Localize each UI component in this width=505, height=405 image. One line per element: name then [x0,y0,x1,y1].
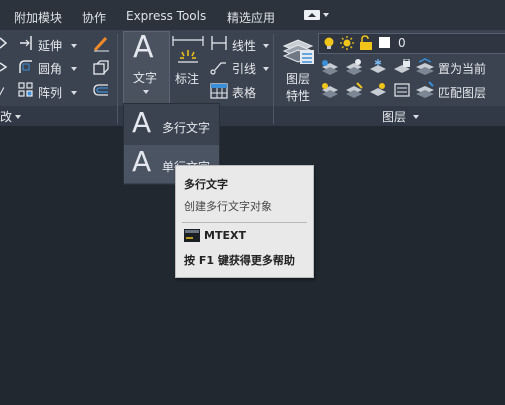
ribbon-minimize-icon [304,10,320,20]
tab-collaborate[interactable]: 协作 [82,9,106,26]
modify-panel-title: 改 [0,110,13,124]
dimension-icon[interactable] [170,34,206,66]
make-current-button[interactable]: 置为当前 [438,60,486,77]
array-icon[interactable] [18,82,34,98]
panel-separator [273,34,274,124]
panel-separator [117,34,118,124]
array-button[interactable]: 阵列 [38,84,62,101]
match-layer-icon[interactable] [415,81,435,99]
leader-button[interactable]: 引线 [232,60,256,77]
dimension-button[interactable]: 标注 [175,70,199,87]
table-icon[interactable] [210,83,228,99]
modify-panel-expand-icon[interactable] [15,115,21,119]
layer-properties-icon[interactable] [280,32,316,68]
text-button[interactable]: A 文字 [123,31,170,104]
tooltip-divider [182,222,307,223]
tooltip-help-hint: 按 F1 键获得更多帮助 [184,254,295,267]
make-current-layer-icon[interactable] [415,58,435,76]
fillet-button[interactable]: 圆角 [38,60,62,77]
layer-lock-icon[interactable] [393,59,411,75]
dropdown-item-label: 多行文字 [162,121,211,135]
layers-panel-title: 图层 [382,110,407,124]
text-dropdown-icon [143,90,149,94]
ribbon-tab-bar: 附加模块 协作 Express Tools 精选应用 [0,0,505,30]
erase-icon[interactable] [92,35,110,53]
table-button[interactable]: 表格 [232,84,256,101]
current-layer-name: 0 [398,36,406,50]
fillet-icon[interactable] [18,59,34,75]
leader-icon[interactable] [210,59,228,75]
trim-icon[interactable] [0,36,8,50]
layers-panel-expand-icon[interactable] [413,115,419,119]
tab-express-tools[interactable]: Express Tools [126,9,206,23]
layer-thaw-all-icon[interactable] [369,82,387,98]
chevron-down-icon [323,13,329,17]
linear-dim-icon[interactable] [210,35,228,51]
dropdown-item-mtext[interactable]: A 多行文字 [124,106,219,144]
extend-dropdown-icon[interactable] [71,44,77,48]
fillet-dropdown-icon[interactable] [71,67,77,71]
text-a-icon: A [133,30,154,65]
layer-unlock-all-icon[interactable] [393,82,411,98]
offset-icon[interactable] [92,83,110,99]
layer-dropdown[interactable]: 0 [318,33,505,54]
command-line-icon [184,229,200,242]
layer-unisolate-icon[interactable] [321,82,339,98]
ribbon-panel-footer [0,106,505,126]
tooltip: 多行文字 创建多行文字对象 MTEXT 按 F1 键获得更多帮助 [175,165,314,278]
layer-properties-label-line2: 特性 [286,89,311,103]
layer-color-swatch [379,37,390,48]
explode-icon[interactable] [92,59,110,77]
linear-button[interactable]: 线性 [232,37,256,54]
array-dropdown-icon[interactable] [71,91,77,95]
layer-unlock-icon [360,35,372,50]
layer-freeze-icon[interactable] [369,59,387,75]
mtext-a-icon: A [132,106,152,139]
mirror-icon[interactable] [0,60,8,74]
leader-dropdown-icon[interactable] [263,67,269,71]
layer-thaw-sun-icon [340,36,354,50]
layer-walk-icon[interactable] [345,82,363,98]
stretch-label-fragment: 〳 [0,86,9,100]
tooltip-description: 创建多行文字对象 [184,200,272,213]
tab-addins[interactable]: 附加模块 [14,9,62,26]
tooltip-command-name: MTEXT [204,229,246,242]
layer-on-bulb-icon [324,37,334,49]
extend-icon[interactable] [18,35,34,51]
layer-properties-label-line1: 图层 [286,72,311,86]
text-button-label: 文字 [133,71,158,85]
layer-off-icon[interactable] [345,59,363,75]
tab-featured-apps[interactable]: 精选应用 [227,9,275,26]
layer-isolate-icon[interactable] [321,59,339,75]
match-layer-button[interactable]: 匹配图层 [438,84,486,101]
tooltip-title: 多行文字 [184,178,228,191]
ribbon-minimize-toggle[interactable] [304,8,330,22]
extend-button[interactable]: 延伸 [38,37,62,54]
dtext-a-icon: A [132,145,152,178]
linear-dropdown-icon[interactable] [263,44,269,48]
